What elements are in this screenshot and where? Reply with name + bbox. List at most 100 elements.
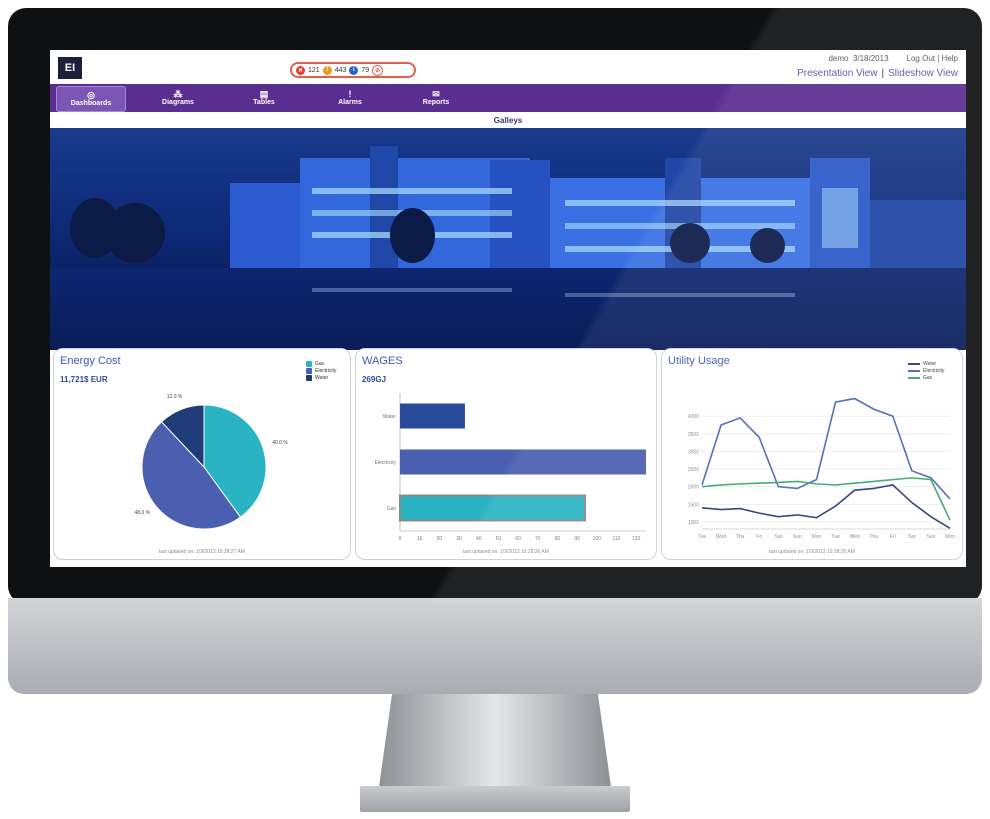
user-bar: demo 3/18/2013 Log Out | Help	[828, 54, 958, 63]
x-tick-label: 10	[417, 536, 423, 542]
reflection-lights	[565, 293, 795, 297]
category-label: Water	[383, 414, 396, 420]
y-tick-label: 1000	[688, 520, 699, 526]
building-banner-image	[50, 128, 966, 350]
x-tick-label: Wed	[850, 534, 860, 540]
current-date: 3/18/2013	[852, 54, 889, 63]
y-tick-label: 2000	[688, 485, 699, 491]
x-tick-label: Thu	[736, 534, 745, 540]
alarm-icon: !	[348, 89, 352, 99]
wages-card: WAGES 269GJ Water Electricity Gas 0 10 20 30 40…	[355, 348, 657, 560]
monitor-chin	[8, 598, 982, 694]
category-label: Electricity	[375, 460, 397, 466]
nav-reports[interactable]: ✉ Reports	[402, 86, 470, 110]
x-tick-label: 100	[593, 536, 602, 542]
y-tick-label: 3000	[688, 449, 699, 455]
x-tick-label: Sun	[926, 534, 935, 540]
x-tick-label: Sun	[793, 534, 802, 540]
nav-label: Reports	[422, 99, 450, 106]
username: demo	[828, 54, 849, 63]
diagram-icon: ⁂	[173, 89, 183, 99]
lit-windows	[312, 188, 512, 194]
bar	[400, 449, 646, 475]
x-tick-label: 60	[515, 536, 521, 542]
y-tick-label: 4000	[688, 414, 699, 420]
x-tick-label: Mon	[812, 534, 822, 540]
category-label: Gas	[387, 506, 397, 512]
screen: EI ✕ 121 ! 443 i 79 ⊘ demo 3/18/2013 Log…	[50, 50, 966, 567]
alert-summary[interactable]: ✕ 121 ! 443 i 79 ⊘	[290, 62, 416, 78]
monitor-stand-base	[360, 786, 630, 812]
mute-icon[interactable]: ⊘	[372, 64, 384, 76]
series-line	[701, 477, 951, 521]
table-icon: ▤	[259, 89, 269, 99]
nav-alarms[interactable]: ! Alarms	[316, 86, 384, 110]
x-tick-label: 0	[399, 536, 402, 542]
view-switcher: Presentation View | Slideshow View	[797, 68, 958, 79]
x-tick-label: Sat	[775, 534, 783, 540]
main-nav: ◎ Dashboards ⁂ Diagrams ▤ Tables ! Alarm…	[50, 84, 966, 112]
nav-label: Dashboards	[70, 100, 112, 107]
building-shape	[870, 200, 966, 268]
building-shape	[230, 183, 300, 268]
nav-label: Diagrams	[162, 99, 194, 106]
pie-slice-label: 40.0 %	[272, 440, 288, 446]
tree-silhouette	[390, 208, 435, 263]
x-tick-label: Tue	[698, 534, 707, 540]
line-chart: 1000 1500 2000 2500 3000 3500 4000 Tue Wed Thu Fri…	[688, 397, 955, 540]
x-tick-label: 50	[496, 536, 502, 542]
pie-chart: 40.0 % 48.0 % 12.0 %	[135, 394, 288, 530]
link-separator: |	[937, 54, 940, 63]
x-tick-label: Mon	[945, 534, 955, 540]
app-logo[interactable]: EI	[58, 57, 82, 79]
nav-dashboards[interactable]: ◎ Dashboards	[56, 86, 126, 112]
last-updated: last updated on: 1/9/2013 10:28:27 AM	[159, 549, 245, 555]
tree-silhouette	[105, 203, 165, 263]
x-tick-label: Wed	[716, 534, 726, 540]
x-tick-label: Fri	[756, 534, 762, 540]
y-tick-label: 1500	[688, 502, 699, 508]
y-tick-label: 3500	[688, 432, 699, 438]
x-tick-label: 90	[574, 536, 580, 542]
slideshow-view-link[interactable]: Slideshow View	[888, 68, 958, 79]
last-updated: last updated on: 1/9/2013 10:28:26 AM	[769, 549, 855, 555]
error-count: 121	[308, 66, 320, 74]
x-tick-label: Sat	[908, 534, 916, 540]
presentation-view-link[interactable]: Presentation View	[797, 68, 877, 79]
y-tick-label: 2500	[688, 467, 699, 473]
x-tick-label: 80	[555, 536, 561, 542]
x-tick-label: 40	[476, 536, 482, 542]
report-icon: ✉	[432, 89, 440, 99]
pie-slice-label: 12.0 %	[167, 394, 183, 400]
app-header: EI ✕ 121 ! 443 i 79 ⊘ demo 3/18/2013 Log…	[50, 50, 966, 82]
monitor-stand-neck	[378, 694, 612, 794]
warning-icon: !	[322, 65, 332, 75]
nav-label: Alarms	[338, 99, 362, 106]
water-reflection	[50, 268, 966, 350]
x-tick-label: 120	[632, 536, 641, 542]
reflection-lights	[312, 288, 512, 292]
logout-link[interactable]: Log Out	[907, 54, 935, 63]
error-icon: ✕	[296, 65, 305, 75]
x-tick-label: 30	[456, 536, 462, 542]
bar-chart: Water Electricity Gas 0 10 20 30 40 50 60 70 80 90 10…	[375, 393, 646, 542]
lit-windows	[565, 200, 795, 206]
last-updated: last updated on: 1/9/2013 10:28:26 AM	[463, 549, 549, 555]
help-link[interactable]: Help	[942, 54, 958, 63]
x-tick-label: Fri	[890, 534, 896, 540]
tree-silhouette	[750, 228, 785, 263]
nav-tables[interactable]: ▤ Tables	[230, 86, 298, 110]
energy-cost-card: Energy Cost 11,721$ EUR Gas Electricity …	[53, 348, 351, 560]
bar	[399, 494, 586, 522]
utility-usage-card: Utility Usage Water Electricity Gas 1000…	[661, 348, 963, 560]
x-tick-label: Tue	[831, 534, 840, 540]
x-tick-label: 110	[612, 536, 620, 542]
info-count: 79	[361, 66, 370, 74]
nav-diagrams[interactable]: ⁂ Diagrams	[144, 86, 212, 110]
info-icon: i	[349, 65, 359, 75]
view-separator: |	[881, 68, 885, 79]
tree-silhouette	[670, 223, 710, 263]
bar	[400, 403, 465, 429]
pie-slice-label: 48.0 %	[135, 510, 151, 516]
x-tick-label: 70	[535, 536, 541, 542]
